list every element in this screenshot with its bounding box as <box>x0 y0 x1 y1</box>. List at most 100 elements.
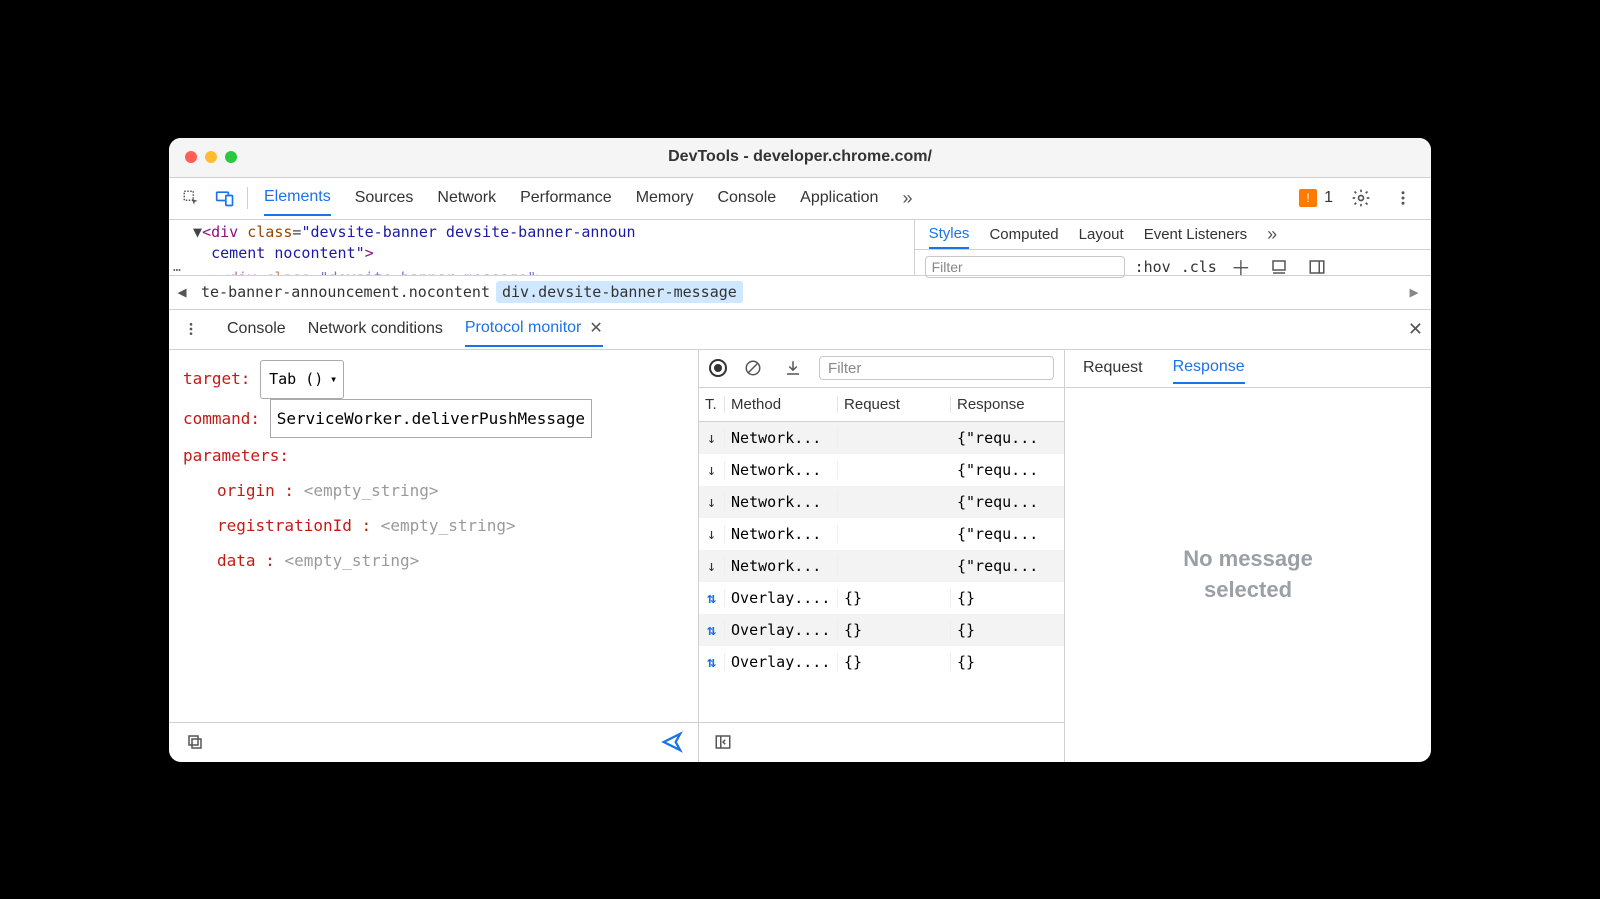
cell-request: {} <box>838 589 951 607</box>
dom-node-1[interactable]: ▼<div class="devsite-banner devsite-bann… <box>169 220 914 266</box>
protocol-grid-body[interactable]: ↓Network...{"requ...↓Network...{"requ...… <box>699 422 1064 722</box>
protocol-row[interactable]: ⇅Overlay....{}{} <box>699 582 1064 614</box>
main-tabs: Elements Sources Network Performance Mem… <box>264 180 1293 216</box>
detail-tab-request[interactable]: Request <box>1083 353 1143 383</box>
dom-node-2[interactable]: ▶<div class="devsite-banner-message">⋯ <box>169 266 914 275</box>
settings-gear-icon[interactable] <box>1347 184 1375 212</box>
collapse-panel-icon[interactable] <box>709 728 737 756</box>
close-window-button[interactable] <box>185 151 197 163</box>
copy-icon[interactable] <box>181 728 209 756</box>
tab-performance[interactable]: Performance <box>520 181 612 215</box>
inspect-element-icon[interactable] <box>177 184 205 212</box>
tab-network[interactable]: Network <box>437 181 496 215</box>
dom-breadcrumb: ◀ te-banner-announcement.nocontent div.d… <box>169 276 1431 310</box>
cell-method: Overlay.... <box>725 621 838 639</box>
drawer-kebab-icon[interactable] <box>177 315 205 343</box>
col-type[interactable]: T. <box>699 396 725 413</box>
col-request[interactable]: Request <box>838 396 951 413</box>
cell-response: {} <box>951 621 1064 639</box>
protocol-row[interactable]: ↓Network...{"requ... <box>699 550 1064 582</box>
protocol-editor-footer <box>169 722 698 762</box>
record-toggle-icon[interactable] <box>709 359 727 377</box>
breadcrumb-scroll-left-icon[interactable]: ◀ <box>169 283 195 301</box>
styles-pane: Styles Computed Layout Event Listeners »… <box>914 220 1431 275</box>
no-message-placeholder: No message selected <box>1065 388 1431 762</box>
kebab-menu-icon[interactable] <box>1389 184 1417 212</box>
param-registrationid-label: registrationId : <box>217 516 371 535</box>
cell-response: {"requ... <box>951 493 1064 511</box>
truncation-icon: … <box>173 260 181 275</box>
cell-method: Overlay.... <box>725 653 838 671</box>
down-arrow-icon: ↓ <box>699 461 725 479</box>
tab-memory[interactable]: Memory <box>636 181 694 215</box>
drawer-tab-network-conditions[interactable]: Network conditions <box>308 313 443 345</box>
download-icon[interactable] <box>779 354 807 382</box>
cell-response: {"requ... <box>951 429 1064 447</box>
tab-event-listeners[interactable]: Event Listeners <box>1144 221 1247 248</box>
elements-styles-row: ▼<div class="devsite-banner devsite-bann… <box>169 220 1431 276</box>
param-data-value[interactable]: <empty_string> <box>284 551 419 570</box>
tab-console[interactable]: Console <box>717 181 776 215</box>
protocol-row[interactable]: ↓Network...{"requ... <box>699 486 1064 518</box>
cell-request: {} <box>838 621 951 639</box>
hov-toggle[interactable]: :hov <box>1135 258 1171 276</box>
protocol-grid-header: T. Method Request Response <box>699 388 1064 422</box>
toolbar-right: ! 1 <box>1299 184 1417 212</box>
col-method[interactable]: Method <box>725 396 838 413</box>
target-select[interactable]: Tab () <box>260 360 344 399</box>
drawer-tabs: Console Network conditions Protocol moni… <box>169 310 1431 350</box>
cell-method: Overlay.... <box>725 589 838 607</box>
protocol-form: target: Tab () command: ServiceWorker.de… <box>169 350 698 722</box>
protocol-row[interactable]: ↓Network...{"requ... <box>699 454 1064 486</box>
drawer-tab-protocol-monitor[interactable]: Protocol monitor ✕ <box>465 311 603 347</box>
clear-icon[interactable] <box>739 354 767 382</box>
cell-method: Network... <box>725 493 838 511</box>
styles-tabs: Styles Computed Layout Event Listeners » <box>915 220 1431 250</box>
command-input[interactable]: ServiceWorker.deliverPushMessage <box>270 399 592 438</box>
protocol-row[interactable]: ↓Network...{"requ... <box>699 518 1064 550</box>
tab-computed[interactable]: Computed <box>989 221 1058 248</box>
main-toolbar: Elements Sources Network Performance Mem… <box>169 178 1431 220</box>
drawer-tab-console[interactable]: Console <box>227 313 286 345</box>
col-response[interactable]: Response <box>951 396 1064 413</box>
protocol-list-toolbar: Filter <box>699 350 1064 388</box>
protocol-list-footer <box>699 722 1064 762</box>
protocol-row[interactable]: ⇅Overlay....{}{} <box>699 646 1064 678</box>
more-styles-tabs-icon[interactable]: » <box>1267 224 1277 245</box>
tab-application[interactable]: Application <box>800 181 878 215</box>
elements-tree[interactable]: ▼<div class="devsite-banner devsite-bann… <box>169 220 914 275</box>
breadcrumb-item[interactable]: te-banner-announcement.nocontent <box>195 281 496 303</box>
down-arrow-icon: ↓ <box>699 525 725 543</box>
styles-filter-input[interactable]: Filter <box>925 256 1125 278</box>
breadcrumb-item-selected[interactable]: div.devsite-banner-message <box>496 281 743 303</box>
tab-styles[interactable]: Styles <box>929 220 970 249</box>
maximize-window-button[interactable] <box>225 151 237 163</box>
minimize-window-button[interactable] <box>205 151 217 163</box>
more-tabs-icon[interactable]: » <box>902 188 912 209</box>
detail-tab-response[interactable]: Response <box>1173 352 1245 384</box>
protocol-row[interactable]: ⇅Overlay....{}{} <box>699 614 1064 646</box>
param-origin-value[interactable]: <empty_string> <box>304 481 439 500</box>
protocol-filter-input[interactable]: Filter <box>819 356 1054 380</box>
send-command-icon[interactable] <box>658 728 686 756</box>
cls-toggle[interactable]: .cls <box>1181 258 1217 276</box>
close-drawer-icon[interactable]: ✕ <box>1408 319 1423 340</box>
protocol-detail-pane: Request Response No message selected <box>1065 350 1431 762</box>
cell-request: {} <box>838 653 951 671</box>
param-origin-label: origin : <box>217 481 294 500</box>
warnings-badge[interactable]: ! 1 <box>1299 189 1333 207</box>
device-toolbar-icon[interactable] <box>211 184 239 212</box>
target-label: target: <box>183 369 250 388</box>
window-title: DevTools - developer.chrome.com/ <box>668 148 932 166</box>
cell-method: Network... <box>725 557 838 575</box>
parameters-label: parameters: <box>183 446 289 465</box>
tab-layout[interactable]: Layout <box>1079 221 1124 248</box>
tab-elements[interactable]: Elements <box>264 180 331 216</box>
param-registrationid-value[interactable]: <empty_string> <box>381 516 516 535</box>
close-tab-icon[interactable]: ✕ <box>589 318 602 338</box>
devtools-window: DevTools - developer.chrome.com/ Element… <box>169 138 1431 762</box>
protocol-row[interactable]: ↓Network...{"requ... <box>699 422 1064 454</box>
tab-sources[interactable]: Sources <box>355 181 414 215</box>
breadcrumb-scroll-right-icon[interactable]: ▶ <box>1401 283 1427 301</box>
down-arrow-icon: ↓ <box>699 429 725 447</box>
